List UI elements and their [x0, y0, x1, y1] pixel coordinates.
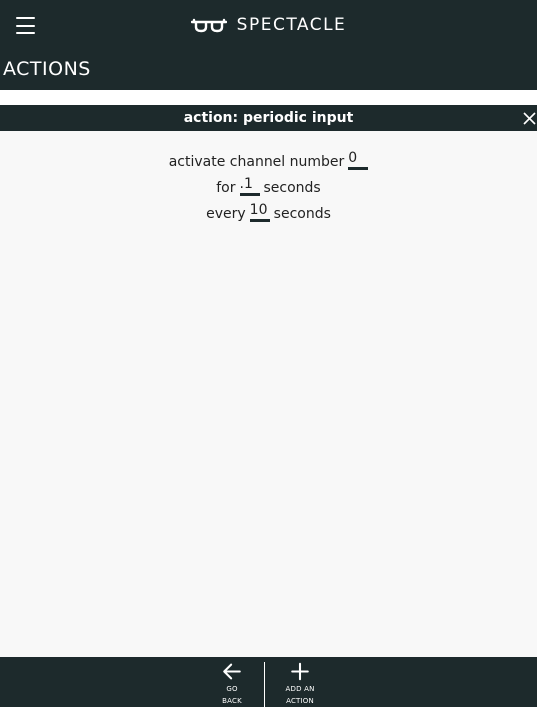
header-divider	[0, 90, 537, 105]
arrow-left-icon	[223, 663, 241, 680]
glasses-logo-icon	[190, 18, 227, 33]
interval-unit-label: seconds	[273, 206, 331, 222]
brand: SPECTACLE	[0, 12, 537, 38]
plus-icon	[291, 662, 309, 681]
channel-row: activate channel number	[0, 144, 537, 170]
bottom-nav-bar: GO BACK ADD AN ACTION	[0, 657, 537, 707]
page-title: ACTIONS	[3, 58, 91, 80]
close-icon[interactable]	[521, 110, 537, 126]
duration-label: for	[216, 180, 236, 196]
interval-input[interactable]	[249, 202, 270, 222]
duration-row: for seconds	[0, 170, 537, 196]
add-action-button[interactable]: ADD AN ACTION	[270, 657, 330, 707]
nav-separator	[264, 662, 265, 707]
go-back-button[interactable]: GO BACK	[202, 657, 262, 707]
channel-number-input[interactable]	[348, 150, 369, 170]
app-name: SPECTACLE	[236, 15, 347, 35]
interval-label: every	[206, 206, 246, 222]
action-header: action: periodic input	[0, 105, 537, 131]
action-form: activate channel number for seconds ever…	[0, 144, 537, 222]
duration-unit-label: seconds	[263, 180, 321, 196]
top-bar: SPECTACLE ACTIONS	[0, 0, 537, 90]
go-back-label: GO BACK	[222, 685, 242, 705]
action-title: action: periodic input	[183, 110, 354, 126]
add-action-label: ADD AN ACTION	[285, 685, 315, 705]
channel-label: activate channel number	[168, 154, 345, 170]
interval-row: every seconds	[0, 196, 537, 222]
duration-input[interactable]	[239, 176, 260, 196]
